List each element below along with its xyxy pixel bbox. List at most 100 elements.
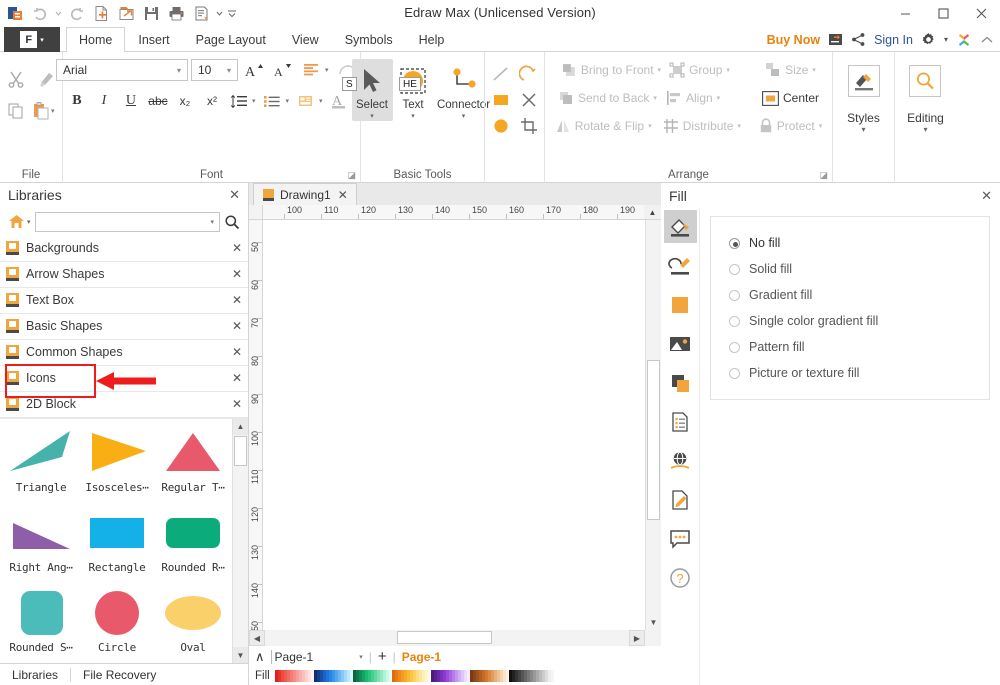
bullet-list-icon[interactable] bbox=[259, 89, 285, 113]
radio-solid-fill[interactable] bbox=[729, 264, 740, 275]
shape-item-rounded-rectangle[interactable]: Rounded R⋯ bbox=[155, 505, 231, 585]
document-tab-close-icon[interactable]: ✕ bbox=[338, 188, 348, 202]
connector-tool-caret[interactable]: ▾ bbox=[462, 112, 466, 121]
font-size-combo[interactable]: 10 ▾ bbox=[191, 59, 238, 81]
align-caret[interactable]: ▾ bbox=[717, 94, 721, 102]
library-item-2d-block[interactable]: 2D Block ✕ bbox=[0, 392, 248, 418]
library-item-close-icon[interactable]: ✕ bbox=[232, 267, 242, 281]
tab-page-layout[interactable]: Page Layout bbox=[183, 27, 279, 52]
gallery-scroll-up-button[interactable]: ▲ bbox=[233, 419, 248, 435]
tab-view[interactable]: View bbox=[279, 27, 332, 52]
select-tool[interactable]: Select ▾ bbox=[352, 59, 393, 121]
library-item-common-shapes[interactable]: Common Shapes ✕ bbox=[0, 340, 248, 366]
library-item-basic-shapes[interactable]: Basic Shapes ✕ bbox=[0, 314, 248, 340]
paste-button[interactable]: ▾ bbox=[31, 95, 62, 127]
close-shape-tool[interactable] bbox=[515, 87, 543, 113]
page-list-collapse-icon[interactable]: ∧ bbox=[255, 649, 265, 665]
tab-file-recovery[interactable]: File Recovery bbox=[70, 668, 168, 682]
gallery-scrollbar[interactable]: ▲ ▼ bbox=[232, 419, 248, 663]
text-tool-caret[interactable]: ▾ bbox=[411, 112, 415, 121]
search-icon[interactable] bbox=[224, 214, 240, 230]
library-item-arrow-shapes[interactable]: Arrow Shapes ✕ bbox=[0, 262, 248, 288]
library-search-caret-icon[interactable]: ▾ bbox=[207, 218, 217, 226]
shape-item-triangle[interactable]: Triangle bbox=[3, 425, 79, 505]
share-icon[interactable] bbox=[851, 32, 866, 47]
text-highlight-button[interactable]: ▾ bbox=[293, 89, 326, 113]
bullet-list-button[interactable]: ▾ bbox=[259, 89, 292, 113]
canvas-scroll-right-button[interactable]: ▶ bbox=[629, 630, 645, 646]
minimize-button[interactable] bbox=[886, 0, 924, 27]
radio-no-fill[interactable] bbox=[729, 238, 740, 249]
bring-to-front-button[interactable]: Bring to Front ▾ bbox=[557, 60, 665, 80]
bold-button[interactable]: B bbox=[64, 89, 90, 113]
drawing-canvas[interactable] bbox=[263, 220, 645, 630]
send-to-back-caret[interactable]: ▾ bbox=[653, 94, 657, 102]
size-caret[interactable]: ▾ bbox=[812, 66, 816, 74]
edraw-brand-icon[interactable] bbox=[956, 32, 972, 48]
arrange-dialog-launcher[interactable]: ◪ bbox=[819, 170, 828, 181]
grow-font-icon[interactable]: A bbox=[241, 58, 267, 82]
subscript-button[interactable]: x₂ bbox=[172, 89, 198, 113]
fill-option-pattern-fill[interactable]: Pattern fill bbox=[729, 334, 971, 360]
canvas-scroll-up-button[interactable]: ▲ bbox=[644, 205, 661, 220]
library-search-field[interactable] bbox=[41, 214, 208, 230]
paste-dropdown-caret[interactable]: ▾ bbox=[51, 107, 58, 115]
underline-button[interactable]: U bbox=[118, 89, 144, 113]
library-item-close-icon[interactable]: ✕ bbox=[232, 319, 242, 333]
distribute-button[interactable]: Distribute ▾ bbox=[659, 116, 755, 136]
library-item-close-icon[interactable]: ✕ bbox=[232, 293, 242, 307]
text-highlight-caret[interactable]: ▾ bbox=[319, 97, 326, 105]
buy-now-link[interactable]: Buy Now bbox=[767, 33, 820, 47]
align-button[interactable]: Align ▾ bbox=[662, 88, 758, 108]
canvas-scroll-left-button[interactable]: ◀ bbox=[249, 630, 265, 646]
home-icon[interactable]: ▾ bbox=[8, 214, 31, 229]
properties-icon[interactable] bbox=[664, 405, 697, 438]
gear-icon[interactable] bbox=[921, 32, 936, 47]
arc-tool[interactable] bbox=[515, 61, 543, 87]
superscript-button[interactable]: x² bbox=[199, 89, 225, 113]
file-menu-button[interactable]: F ▾ bbox=[4, 27, 60, 52]
color-swatch-icon[interactable] bbox=[664, 288, 697, 321]
rectangle-tool[interactable] bbox=[487, 87, 515, 113]
canvas-scroll-down-button[interactable]: ▼ bbox=[646, 614, 661, 630]
copy-icon[interactable] bbox=[0, 95, 31, 127]
library-item-text-box[interactable]: Text Box ✕ bbox=[0, 288, 248, 314]
shape-item-right-angle[interactable]: Right Ang⋯ bbox=[3, 505, 79, 585]
rotate-and-flip-caret[interactable]: ▾ bbox=[648, 122, 652, 130]
shape-item-rounded-square[interactable]: Rounded S⋯ bbox=[3, 585, 79, 663]
collapse-ribbon-icon[interactable] bbox=[980, 33, 994, 47]
crop-tool[interactable] bbox=[515, 113, 543, 139]
line-spacing-button[interactable]: ▾ bbox=[226, 89, 259, 113]
gallery-scrollbar-thumb[interactable] bbox=[234, 436, 247, 466]
fill-option-no-fill[interactable]: No fill bbox=[729, 230, 971, 256]
canvas-vertical-scrollbar[interactable]: ▼ bbox=[645, 220, 661, 630]
editing-caret[interactable]: ▾ bbox=[923, 125, 927, 134]
home-caret-icon[interactable]: ▾ bbox=[27, 218, 31, 226]
font-dialog-launcher[interactable]: ◪ bbox=[347, 170, 356, 181]
line-pen-icon[interactable] bbox=[664, 249, 697, 282]
center-button[interactable]: Center bbox=[758, 89, 823, 108]
settings-caret-icon[interactable]: ▾ bbox=[944, 35, 948, 44]
line-spacing-caret[interactable]: ▾ bbox=[252, 97, 259, 105]
distribute-caret[interactable]: ▾ bbox=[737, 122, 741, 130]
library-item-close-icon[interactable]: ✕ bbox=[232, 371, 242, 385]
fill-option-gradient-fill[interactable]: Gradient fill bbox=[729, 282, 971, 308]
comment-icon[interactable] bbox=[664, 522, 697, 555]
close-button[interactable] bbox=[962, 0, 1000, 27]
fill-panel-close-icon[interactable]: ✕ bbox=[981, 188, 992, 204]
tab-help[interactable]: Help bbox=[406, 27, 458, 52]
help-icon[interactable]: ? bbox=[664, 561, 697, 594]
page-tab-page-1[interactable]: Page-1 bbox=[402, 650, 441, 664]
styles-button[interactable]: Styles ▾ bbox=[847, 57, 880, 134]
horizontal-scrollbar-track[interactable] bbox=[265, 630, 629, 646]
picture-icon[interactable] bbox=[664, 327, 697, 360]
shrink-font-icon[interactable]: A bbox=[270, 58, 296, 82]
font-size-caret[interactable]: ▾ bbox=[223, 66, 235, 75]
note-icon[interactable] bbox=[664, 483, 697, 516]
paragraph-align-button[interactable]: ▾ bbox=[299, 58, 332, 82]
bullet-list-caret[interactable]: ▾ bbox=[285, 97, 292, 105]
font-family-caret[interactable]: ▾ bbox=[173, 66, 185, 75]
tab-home[interactable]: Home bbox=[66, 27, 125, 52]
radio-single-color-gradient-fill[interactable] bbox=[729, 316, 740, 327]
tab-libraries[interactable]: Libraries bbox=[0, 668, 70, 682]
